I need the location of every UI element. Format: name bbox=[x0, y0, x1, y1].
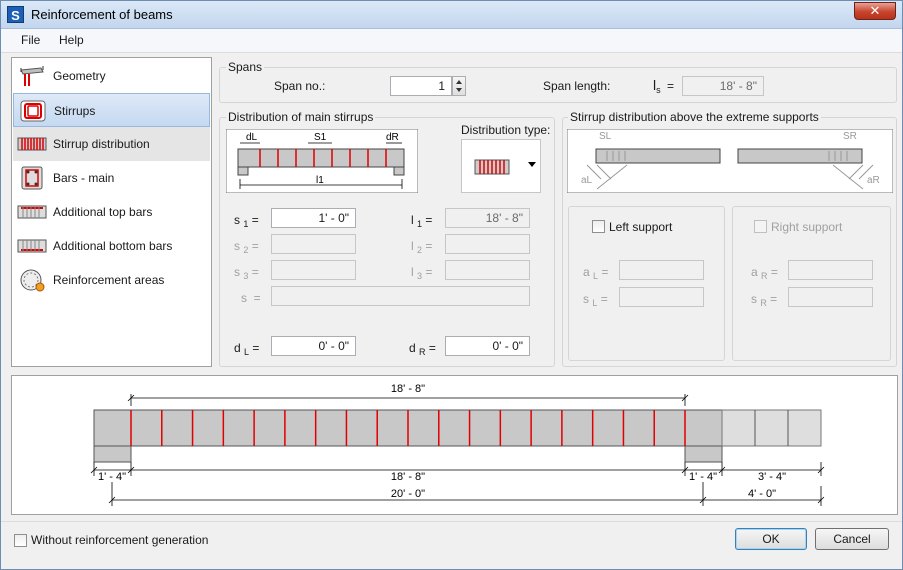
dim-right-support: 1' - 4" bbox=[689, 471, 717, 483]
additional-bottom-bars-icon bbox=[17, 239, 47, 253]
section-list: Geometry Stirrups Stirrup distribution B… bbox=[11, 57, 212, 367]
distribution-type-select[interactable] bbox=[461, 139, 541, 193]
title-bar: S Reinforcement of beams ✕ bbox=[1, 1, 902, 29]
nav-label: Bars - main bbox=[53, 171, 115, 185]
s-label: s = bbox=[241, 291, 261, 305]
left-support-checkbox[interactable] bbox=[592, 220, 605, 233]
nav-label: Stirrup distribution bbox=[53, 137, 150, 151]
dr-input[interactable]: 0' - 0" bbox=[445, 336, 530, 356]
stepper-arrows-icon bbox=[456, 80, 462, 92]
dim-span: 18' - 8" bbox=[391, 471, 425, 483]
dim-overhang: 4' - 0" bbox=[748, 488, 776, 500]
sl-input[interactable] bbox=[619, 287, 704, 307]
dim-total-length: 20' - 0" bbox=[391, 488, 425, 500]
ls-symbol: ls bbox=[653, 77, 661, 95]
diagram-al-label: aL bbox=[581, 175, 593, 186]
diagram-l1-label: l1 bbox=[316, 175, 324, 186]
diagram-s1-label: S1 bbox=[314, 132, 327, 143]
sr-input[interactable] bbox=[788, 287, 873, 307]
diagram-sl-label: SL bbox=[599, 131, 612, 142]
span-no-input[interactable]: 1 bbox=[390, 76, 452, 96]
span-no-label: Span no.: bbox=[274, 79, 326, 93]
ar-label: a R = bbox=[751, 265, 778, 281]
s3-input[interactable] bbox=[271, 260, 356, 280]
diagram-sr-label: SR bbox=[843, 131, 857, 142]
distribution-title: Distribution of main stirrups bbox=[226, 110, 376, 124]
span-length-field: 18' - 8" bbox=[682, 76, 764, 96]
nav-label: Geometry bbox=[53, 69, 106, 83]
cancel-button[interactable]: Cancel bbox=[815, 528, 889, 550]
s1-label: s 1 = bbox=[234, 213, 259, 229]
s3-label: s 3 = bbox=[234, 265, 259, 281]
nav-label: Stirrups bbox=[54, 104, 96, 118]
l3-label: l 3 = bbox=[411, 265, 433, 281]
ar-input[interactable] bbox=[788, 260, 873, 280]
s-input[interactable] bbox=[271, 286, 530, 306]
close-button[interactable]: ✕ bbox=[854, 2, 896, 20]
bars-main-icon bbox=[21, 166, 43, 190]
app-icon: S bbox=[7, 6, 24, 23]
dl-input[interactable]: 0' - 0" bbox=[271, 336, 356, 356]
distribution-type-icon bbox=[474, 159, 510, 175]
window-title: Reinforcement of beams bbox=[31, 7, 173, 22]
l1-label: l 1 = bbox=[411, 213, 433, 229]
dim-cantilever: 3' - 4" bbox=[758, 471, 786, 483]
dr-label: d R = bbox=[409, 341, 436, 357]
span-no-stepper[interactable] bbox=[452, 76, 466, 96]
nav-label: Additional top bars bbox=[53, 205, 153, 219]
menu-file[interactable]: File bbox=[21, 33, 40, 47]
diagram-dl-label: dL bbox=[246, 132, 258, 143]
nav-item-additional-top-bars[interactable]: Additional top bars bbox=[13, 195, 210, 229]
diagram-dr-label: dR bbox=[386, 132, 399, 143]
left-support-label: Left support bbox=[609, 220, 673, 234]
al-label: a L = bbox=[583, 265, 609, 281]
nav-item-additional-bottom-bars[interactable]: Additional bottom bars bbox=[13, 229, 210, 263]
without-generation-label: Without reinforcement generation bbox=[31, 533, 209, 547]
supports-diagram: SL aL SR aR bbox=[567, 129, 893, 193]
al-input[interactable] bbox=[619, 260, 704, 280]
distribution-type-label: Distribution type: bbox=[461, 123, 551, 137]
nav-item-geometry[interactable]: Geometry bbox=[13, 59, 210, 93]
span-length-label: Span length: bbox=[543, 79, 611, 93]
dialog-window: S Reinforcement of beams ✕ File Help Geo… bbox=[0, 0, 903, 570]
beam-elevation-drawing: 18' - 8" 1' - 4" 18' - 8" 1' - 4" 3' - 4… bbox=[90, 383, 825, 506]
diagram-ar-label: aR bbox=[867, 175, 880, 186]
right-support-checkbox[interactable] bbox=[754, 220, 767, 233]
footer-separator bbox=[1, 521, 902, 522]
s1-input[interactable]: 1' - 0" bbox=[271, 208, 356, 228]
reinforcement-areas-icon bbox=[20, 269, 45, 292]
right-support-label: Right support bbox=[771, 220, 843, 234]
spans-title: Spans bbox=[226, 60, 265, 74]
stirrup-distribution-icon bbox=[17, 137, 47, 151]
stirrups-icon bbox=[20, 100, 46, 122]
s2-input[interactable] bbox=[271, 234, 356, 254]
l1-field: 18' - 8" bbox=[445, 208, 530, 228]
beam-preview: 18' - 8" 1' - 4" 18' - 8" 1' - 4" 3' - 4… bbox=[11, 375, 898, 515]
sl-label: s L = bbox=[583, 292, 608, 308]
top-dimension-label: 18' - 8" bbox=[391, 383, 425, 395]
dl-label: d L = bbox=[234, 341, 260, 357]
l2-label: l 2 = bbox=[411, 239, 433, 255]
s2-label: s 2 = bbox=[234, 239, 259, 255]
nav-item-reinforcement-areas[interactable]: Reinforcement areas bbox=[13, 263, 210, 297]
nav-item-stirrup-distribution[interactable]: Stirrup distribution bbox=[13, 127, 210, 161]
additional-top-bars-icon bbox=[17, 205, 47, 219]
chevron-down-icon bbox=[528, 162, 536, 167]
nav-item-bars-main[interactable]: Bars - main bbox=[13, 161, 210, 195]
menu-help[interactable]: Help bbox=[59, 33, 84, 47]
nav-label: Additional bottom bars bbox=[53, 239, 173, 253]
geometry-icon bbox=[20, 66, 44, 86]
menu-bar: File Help bbox=[1, 29, 902, 53]
dim-left-support: 1' - 4" bbox=[98, 471, 126, 483]
nav-label: Reinforcement areas bbox=[53, 273, 165, 287]
without-generation-checkbox[interactable] bbox=[14, 534, 27, 547]
l3-input[interactable] bbox=[445, 260, 530, 280]
ls-equals: = bbox=[667, 79, 675, 93]
stirrup-distribution-diagram: dL S1 dR l1 bbox=[226, 129, 418, 193]
supports-title: Stirrup distribution above the extreme s… bbox=[568, 110, 821, 124]
nav-item-stirrups[interactable]: Stirrups bbox=[13, 93, 210, 127]
l2-input[interactable] bbox=[445, 234, 530, 254]
sr-label: s R = bbox=[751, 292, 778, 308]
ok-button[interactable]: OK bbox=[735, 528, 807, 550]
